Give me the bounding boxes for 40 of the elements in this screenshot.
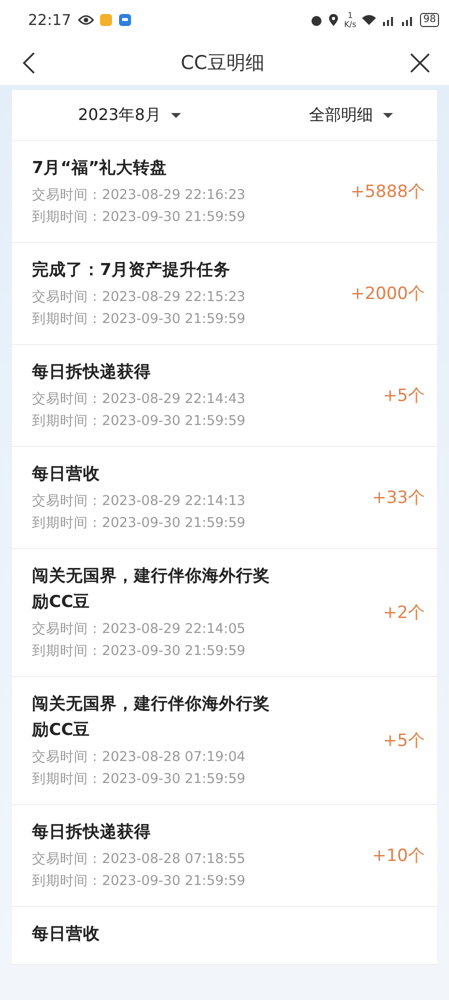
record-title: 完成了：7月资产提升任务 xyxy=(32,259,232,281)
amount: +10个 xyxy=(372,845,425,867)
eye-icon xyxy=(78,14,94,26)
amount: +2000个 xyxy=(350,283,425,305)
expire-time: 到期时间：2023-09-30 21:59:59 xyxy=(32,770,246,789)
record-title: 每日拆快递获得 xyxy=(32,361,152,383)
expire-time: 到期时间：2023-09-30 21:59:59 xyxy=(32,872,246,891)
app-icon xyxy=(99,13,114,27)
wifi-icon xyxy=(361,14,378,26)
amount: +2个 xyxy=(382,602,425,624)
trade-time: 交易时间：2023-08-29 22:14:13 xyxy=(32,492,246,511)
expire-time: 到期时间：2023-09-30 21:59:59 xyxy=(32,642,246,661)
trade-time: 交易时间：2023-08-29 22:15:23 xyxy=(32,288,246,307)
trade-time: 交易时间：2023-08-28 07:18:55 xyxy=(32,850,246,869)
record-title: 闯关无国界，建行伴你海外行奖励CC豆 xyxy=(32,693,271,741)
record-title: 闯关无国界，建行伴你海外行奖励CC豆 xyxy=(32,565,271,613)
amount: +5个 xyxy=(382,385,425,407)
amount: +5个 xyxy=(382,730,425,752)
record-title: 7月“福”礼大转盘 xyxy=(32,157,168,179)
expire-time: 到期时间：2023-09-30 21:59:59 xyxy=(32,412,246,431)
trade-time: 交易时间：2023-08-28 07:19:04 xyxy=(32,748,246,767)
amount: +5888个 xyxy=(350,181,425,203)
network-speed: 1 K/s xyxy=(344,11,356,29)
trade-time: 交易时间：2023-08-29 22:16:23 xyxy=(32,186,246,205)
record-title: 每日拆快递获得 xyxy=(32,821,152,843)
expire-time: 到期时间：2023-09-30 21:59:59 xyxy=(32,208,246,227)
battery-indicator: 98 xyxy=(420,13,439,27)
record-title: 每日营收 xyxy=(32,463,101,485)
page-title: CC豆明细 xyxy=(180,50,264,76)
record-title: 每日营收 xyxy=(32,923,101,945)
location-icon xyxy=(328,13,340,27)
trade-time: 交易时间：2023-08-29 22:14:43 xyxy=(32,390,246,409)
filter-dropdown[interactable]: 2023年8月 xyxy=(74,100,185,130)
trade-time: 交易时间：2023-08-29 22:14:05 xyxy=(32,620,246,639)
filter-dropdown[interactable]: 全部明细 xyxy=(305,100,397,130)
expire-time: 到期时间：2023-09-30 21:59:59 xyxy=(32,310,246,329)
app-icon xyxy=(118,13,132,27)
status-time: 22:17 xyxy=(28,11,72,29)
expire-time: 到期时间：2023-09-30 21:59:59 xyxy=(32,514,246,533)
amount: +33个 xyxy=(372,487,425,509)
